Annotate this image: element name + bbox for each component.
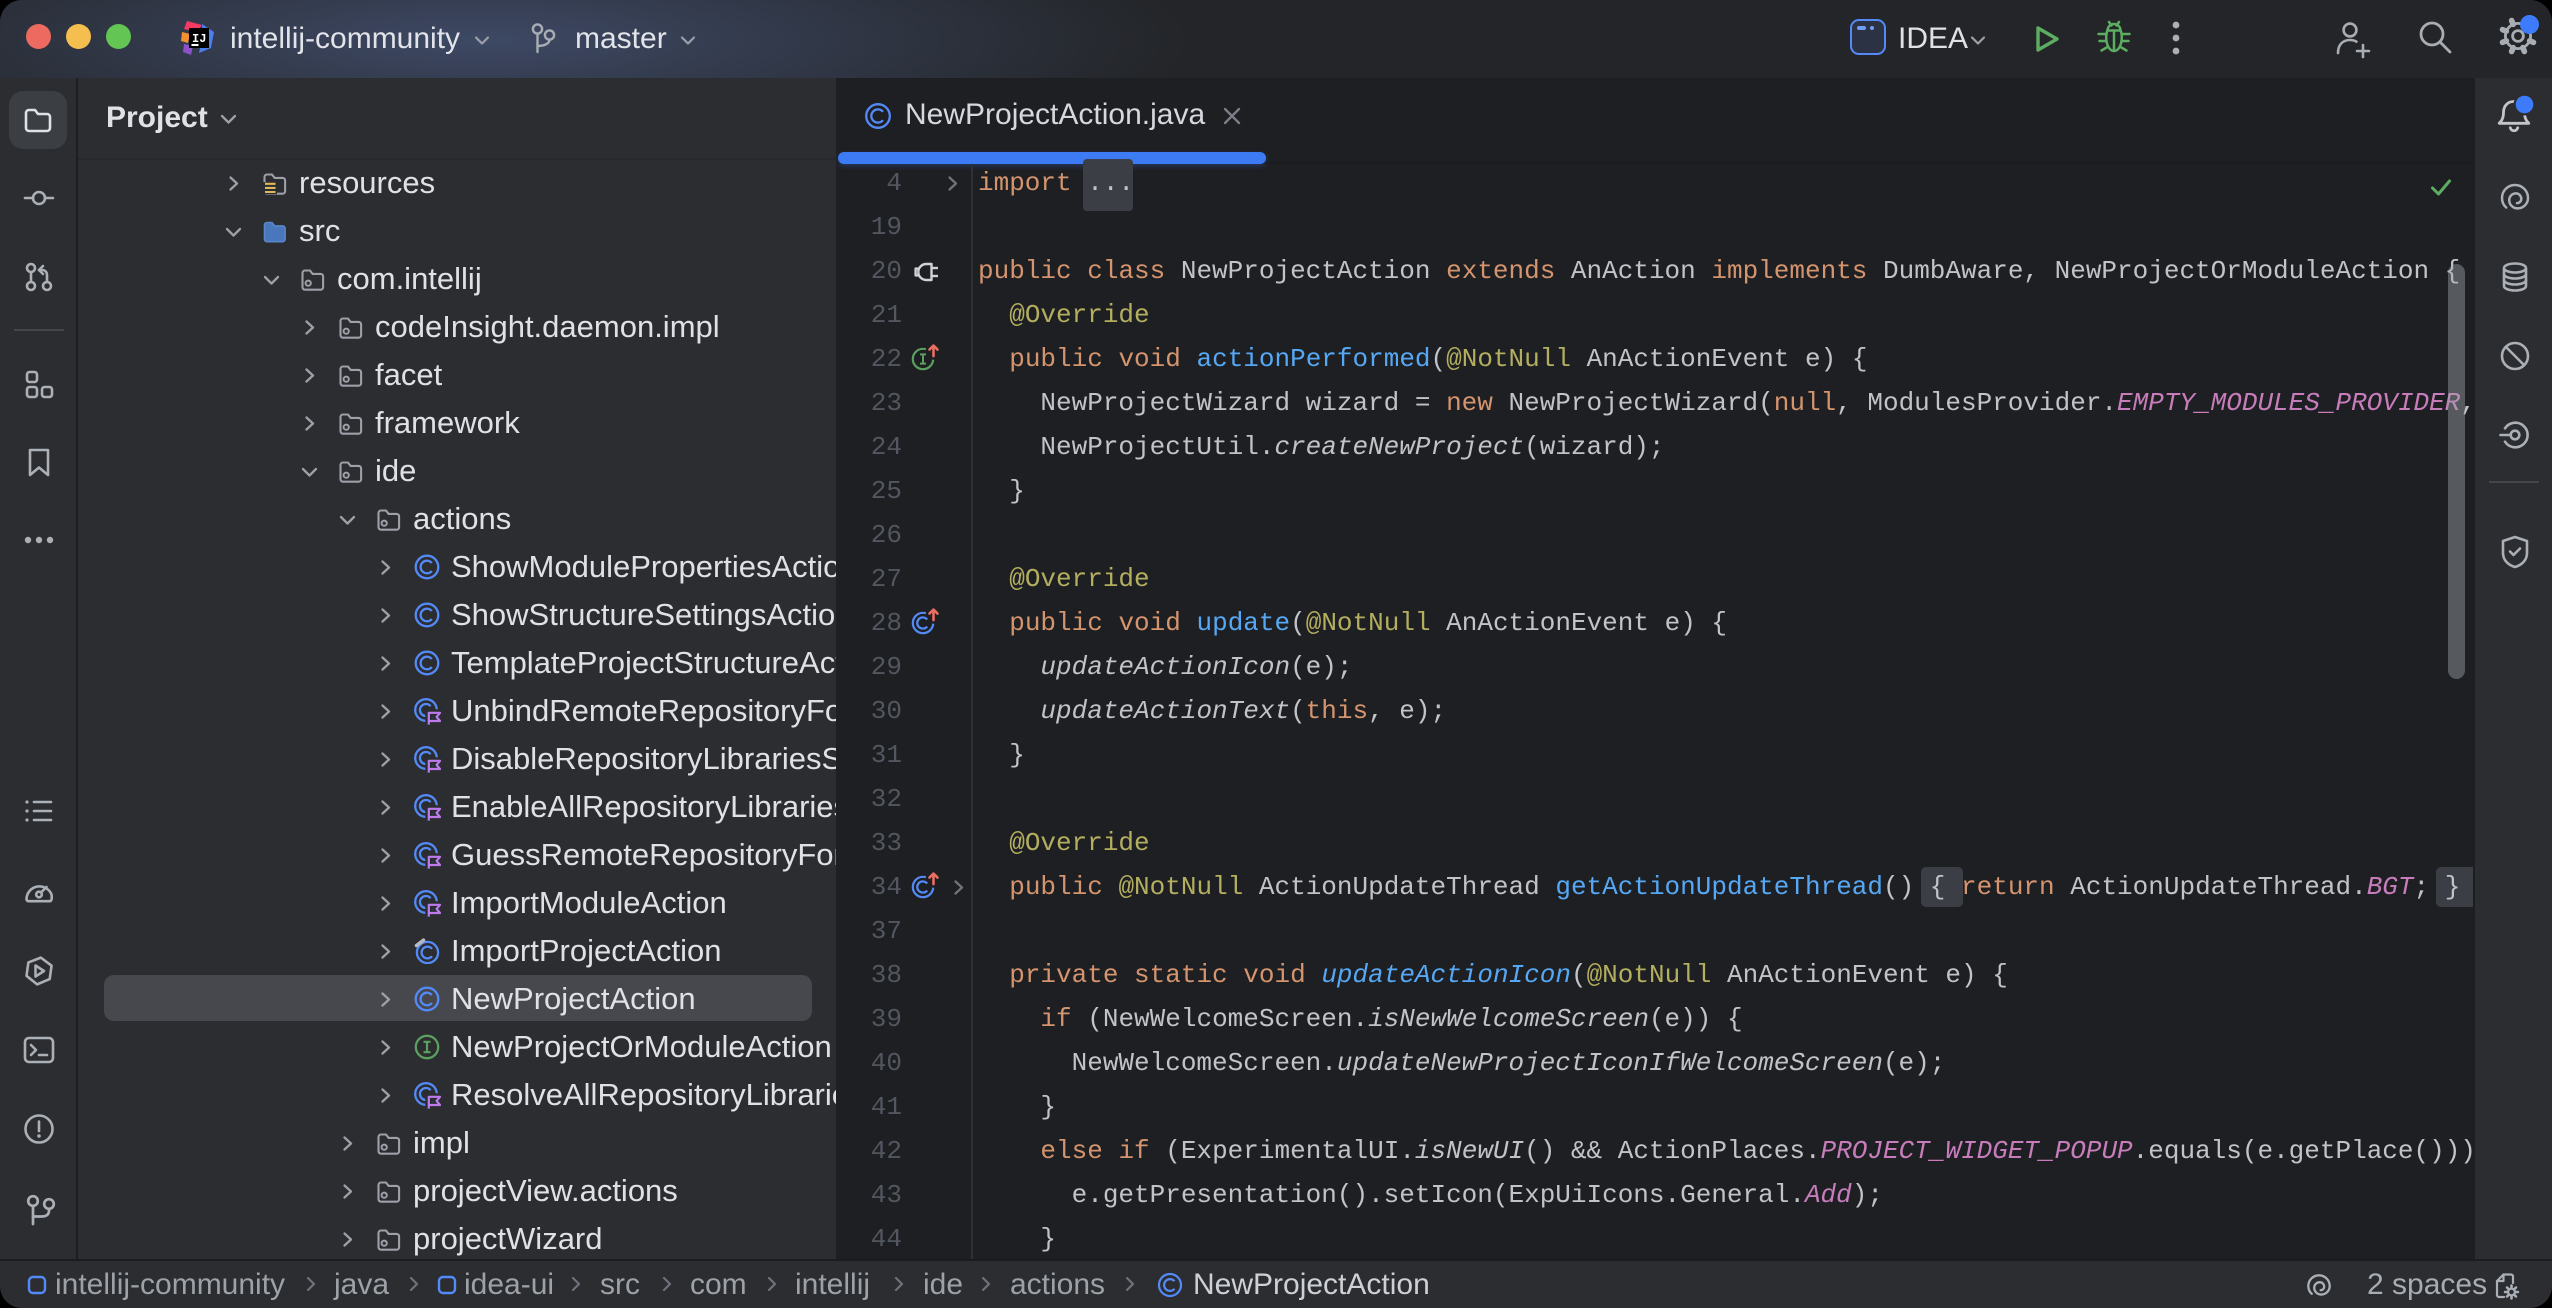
svg-text:IJ: IJ bbox=[192, 32, 206, 46]
